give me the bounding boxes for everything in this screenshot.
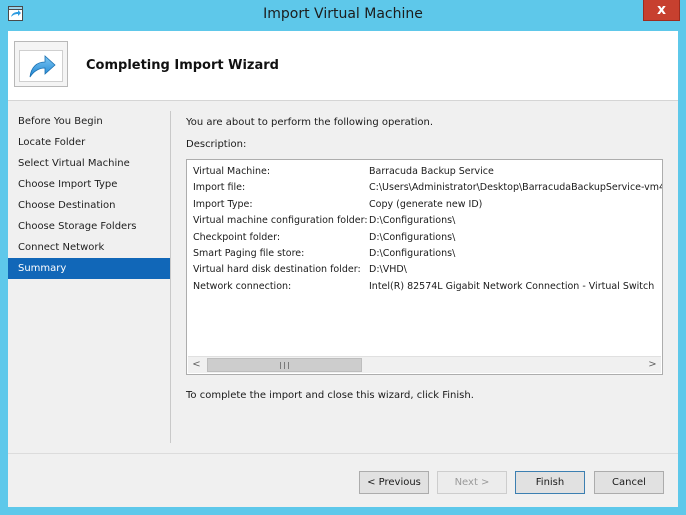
row-value: D:\Configurations\ <box>369 215 456 227</box>
forward-arrow-icon <box>29 55 56 78</box>
nav-item-choose-destination[interactable]: Choose Destination <box>8 195 170 216</box>
row-value: D:\VHD\ <box>369 264 407 276</box>
row-value: Barracuda Backup Service <box>369 166 494 177</box>
wizard-header: Completing Import Wizard <box>8 31 678 101</box>
scroll-left-icon[interactable]: < <box>188 357 205 373</box>
row-value: D:\Configurations\ <box>369 247 456 259</box>
row-key: Network connection: <box>193 280 292 292</box>
finish-button[interactable]: Finish <box>515 471 585 494</box>
description-row: Virtual hard disk destination folder: D:… <box>193 262 662 278</box>
row-value: Copy (generate new ID) <box>369 198 483 210</box>
wizard-icon-frame <box>14 41 68 87</box>
title-bar[interactable]: Import Virtual Machine x <box>0 0 686 30</box>
finish-instruction: To complete the import and close this wi… <box>186 390 474 401</box>
description-row: Smart Paging file store: D:\Configuratio… <box>193 246 662 262</box>
row-key: Smart Paging file store: <box>193 247 305 259</box>
window-title: Import Virtual Machine <box>263 6 423 22</box>
description-row: Import file: C:\Users\Administrator\Desk… <box>193 180 663 196</box>
wizard-steps-nav: Before You Begin Locate Folder Select Vi… <box>8 111 170 279</box>
nav-item-before-you-begin[interactable]: Before You Begin <box>8 111 170 132</box>
row-key: Virtual Machine: <box>193 166 271 177</box>
wizard-icon-panel <box>19 50 63 82</box>
next-button[interactable]: Next > <box>437 471 507 494</box>
description-row: Virtual machine configuration folder: D:… <box>193 213 662 229</box>
description-row: Checkpoint folder: D:\Configurations\ <box>193 230 662 246</box>
cancel-button[interactable]: Cancel <box>594 471 664 494</box>
close-button[interactable]: x <box>643 0 680 21</box>
grip-icon <box>280 362 289 369</box>
description-label: Description: <box>186 139 247 150</box>
row-value: D:\Configurations\ <box>369 231 456 243</box>
previous-button[interactable]: < Previous <box>359 471 429 494</box>
row-key: Import Type: <box>193 198 253 210</box>
description-row: Import Type: Copy (generate new ID) <box>193 197 662 213</box>
intro-text: You are about to perform the following o… <box>186 117 434 128</box>
nav-divider <box>170 111 171 443</box>
nav-item-connect-network[interactable]: Connect Network <box>8 237 170 258</box>
row-key: Import file: <box>193 182 246 194</box>
scroll-thumb[interactable] <box>207 358 362 372</box>
footer-divider <box>8 453 678 454</box>
scroll-right-icon[interactable]: > <box>644 357 661 373</box>
nav-item-locate-folder[interactable]: Locate Folder <box>8 132 170 153</box>
nav-item-summary[interactable]: Summary <box>8 258 170 279</box>
description-row: Network connection: Intel(R) 82574L Giga… <box>193 279 662 295</box>
nav-item-choose-storage-folders[interactable]: Choose Storage Folders <box>8 216 170 237</box>
nav-item-choose-import-type[interactable]: Choose Import Type <box>8 174 170 195</box>
row-key: Virtual hard disk destination folder: <box>193 264 361 276</box>
import-vm-window: Import Virtual Machine x Completing Impo… <box>0 0 686 515</box>
nav-item-select-virtual-machine[interactable]: Select Virtual Machine <box>8 153 170 174</box>
wizard-page-title: Completing Import Wizard <box>86 58 279 73</box>
description-row: Virtual Machine: Barracuda Backup Servic… <box>193 164 662 180</box>
row-key: Virtual machine configuration folder: <box>193 215 368 227</box>
row-value: Intel(R) 82574L Gigabit Network Connecti… <box>369 280 655 292</box>
description-list: Virtual Machine: Barracuda Backup Servic… <box>193 164 663 295</box>
description-box[interactable]: Virtual Machine: Barracuda Backup Servic… <box>186 159 663 375</box>
row-value: C:\Users\Administrator\Desktop\Barracuda… <box>369 182 663 194</box>
horizontal-scrollbar[interactable]: < > <box>188 356 661 373</box>
row-key: Checkpoint folder: <box>193 231 281 243</box>
wizard-client-area: Completing Import Wizard Before You Begi… <box>8 31 678 507</box>
